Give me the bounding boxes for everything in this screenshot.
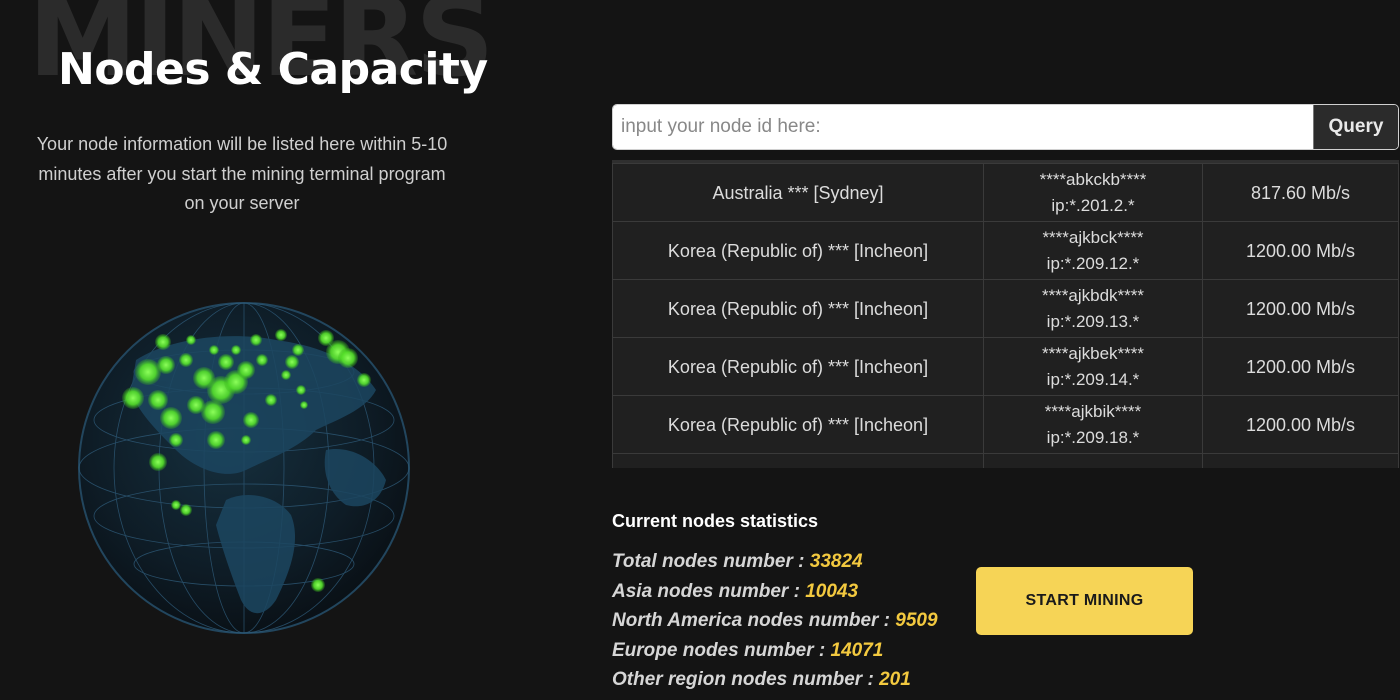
node-location: Australia *** [Sydney] bbox=[612, 163, 984, 222]
node-id-cell: ****ajkidk**** bbox=[983, 453, 1203, 468]
nodes-table: Australia *** [Sydney] ****abkckb**** ip… bbox=[612, 163, 1399, 468]
node-id-cell: ****abkckb**** ip:*.201.2.* bbox=[983, 163, 1203, 222]
stat-value: 33824 bbox=[809, 551, 863, 572]
node-ip: ip:*.209.18.* bbox=[1046, 427, 1140, 447]
node-id: ****ajkbik**** bbox=[1044, 401, 1142, 421]
stat-label: Asia nodes number : bbox=[612, 580, 806, 602]
node-bandwidth: 817.60 Mb/s bbox=[1202, 163, 1399, 222]
stats-list: Total nodes number : 33824 Asia nodes nu… bbox=[612, 547, 938, 695]
table-row: Korea (Republic of) *** [Incheon] ****aj… bbox=[612, 279, 1399, 338]
node-id: ****ajkbek**** bbox=[1041, 343, 1145, 363]
node-bandwidth: 1200.00 Mb/s bbox=[1202, 221, 1399, 280]
stat-label: Europe nodes number : bbox=[612, 639, 831, 661]
page-description: Your node information will be listed her… bbox=[36, 134, 448, 213]
node-ip: ip:*.209.14.* bbox=[1046, 369, 1140, 389]
node-location: Korea (Republic of) *** [Incheon] bbox=[612, 279, 984, 338]
node-location: Korea (Republic of) *** [Incheon] bbox=[612, 221, 984, 280]
node-id-cell: ****ajkbck**** ip:*.209.12.* bbox=[983, 221, 1203, 280]
table-row: Korea (Republic of) *** [Incheon] ****aj… bbox=[612, 337, 1399, 396]
node-ip: ip:*.201.2.* bbox=[1051, 195, 1135, 215]
table-row: Australia *** [Sydney] ****abkckb**** ip… bbox=[612, 163, 1399, 222]
node-ip: ip:*.209.12.* bbox=[1046, 253, 1140, 273]
node-search-bar: Query bbox=[612, 104, 1399, 150]
page: MINERS Nodes & Capacity Your node inform… bbox=[0, 0, 1400, 700]
stat-label: North America nodes number : bbox=[612, 610, 896, 631]
stat-europe: Europe nodes number : 14071 bbox=[612, 636, 938, 666]
stat-asia: Asia nodes number : 10043 bbox=[612, 577, 938, 607]
stat-value: 201 bbox=[879, 669, 911, 690]
table-row: Korea (Republic of) *** [Incheon] ****aj… bbox=[612, 395, 1399, 454]
stat-value: 10043 bbox=[805, 580, 859, 602]
node-id-cell: ****ajkbik**** ip:*.209.18.* bbox=[983, 395, 1203, 454]
node-location bbox=[612, 453, 984, 468]
stats-title: Current nodes statistics bbox=[612, 511, 819, 531]
node-id-input[interactable] bbox=[613, 105, 1313, 149]
stat-north-america: North America nodes number : 9509 bbox=[612, 606, 938, 636]
table-row: ****ajkidk**** bbox=[612, 453, 1399, 468]
table-row: Korea (Republic of) *** [Incheon] ****aj… bbox=[612, 221, 1399, 280]
stat-total: Total nodes number : 33824 bbox=[612, 547, 938, 577]
globe-svg bbox=[78, 302, 410, 634]
stat-value: 9509 bbox=[895, 610, 938, 631]
node-id: ****abkckb**** bbox=[1039, 169, 1147, 189]
nodes-table-container[interactable]: Australia *** [Sydney] ****abkckb**** ip… bbox=[612, 160, 1399, 468]
stat-label: Other region nodes number : bbox=[612, 669, 880, 690]
node-id-cell: ****ajkbdk**** ip:*.209.13.* bbox=[983, 279, 1203, 338]
node-bandwidth: 1200.00 Mb/s bbox=[1202, 395, 1399, 454]
globe-map-icon bbox=[76, 300, 412, 636]
stat-label: Total nodes number : bbox=[612, 551, 810, 572]
stat-value: 14071 bbox=[830, 639, 884, 661]
node-bandwidth: 1200.00 Mb/s bbox=[1202, 279, 1399, 338]
node-bandwidth bbox=[1202, 453, 1399, 468]
stat-other-region: Other region nodes number : 201 bbox=[612, 665, 938, 695]
node-id: ****ajkbck**** bbox=[1042, 227, 1144, 247]
node-ip: ip:*.209.13.* bbox=[1046, 311, 1140, 331]
node-id: ****ajkbdk**** bbox=[1041, 285, 1145, 305]
query-button[interactable]: Query bbox=[1313, 105, 1398, 149]
page-title: Nodes & Capacity bbox=[58, 44, 488, 95]
node-id-cell: ****ajkbek**** ip:*.209.14.* bbox=[983, 337, 1203, 396]
node-location: Korea (Republic of) *** [Incheon] bbox=[612, 395, 984, 454]
node-bandwidth: 1200.00 Mb/s bbox=[1202, 337, 1399, 396]
node-location: Korea (Republic of) *** [Incheon] bbox=[612, 337, 984, 396]
start-mining-button[interactable]: START MINING bbox=[976, 567, 1193, 635]
